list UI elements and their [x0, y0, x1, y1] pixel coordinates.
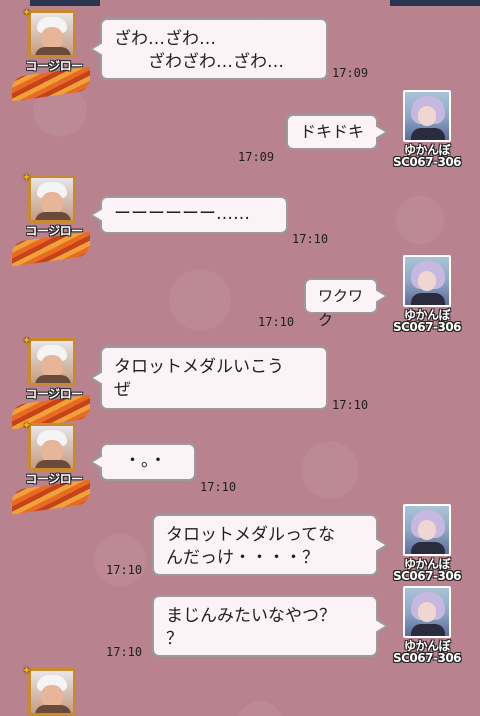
rank-icon: ✦ — [22, 334, 32, 347]
avatar-image — [403, 586, 451, 638]
timestamp: 17:10 — [292, 232, 329, 246]
sender-id: SC067-306 — [392, 651, 462, 665]
timestamp: 17:10 — [332, 398, 369, 412]
sender-id: SC067-306 — [392, 569, 462, 583]
message-bubble: まじんみたいなやつ？ ？ — [152, 595, 388, 657]
timestamp: 17:10 — [258, 315, 295, 329]
sender-id: SC067-306 — [392, 320, 462, 334]
message-bubble: ざわ…ざわ… ざわざわ…ざわ… — [90, 18, 328, 80]
sender-name: コージロー — [25, 387, 83, 401]
sender-name: コージロー — [25, 59, 83, 73]
avatar-image — [403, 255, 451, 307]
message-bubble: ・。・ — [90, 443, 196, 481]
timestamp: 17:09 — [238, 150, 275, 164]
sender-id: SC067-306 — [392, 155, 462, 169]
message-bubble: ドキドキ — [286, 114, 388, 150]
timestamp: 17:10 — [200, 480, 237, 494]
sender-name: コージロー — [25, 472, 83, 486]
message-bubble: タロットメダルってな んだっけ・・・・？ — [152, 514, 388, 576]
sender-name: コージロー — [25, 224, 83, 238]
timestamp: 17:09 — [332, 66, 369, 80]
message-bubble: ワクワク — [304, 278, 388, 329]
message-bubble: ーーーーーー…… — [90, 196, 288, 234]
rank-icon: ✦ — [22, 171, 32, 184]
rank-icon: ✦ — [22, 6, 32, 19]
timestamp: 17:10 — [106, 563, 143, 577]
top-edge-bar — [390, 0, 480, 6]
timestamp: 17:10 — [106, 645, 143, 659]
top-edge-bar — [30, 0, 100, 6]
message-bubble: タロットメダルいこう ぜ — [90, 346, 328, 410]
avatar-image — [403, 504, 451, 556]
rank-icon: ✦ — [22, 419, 32, 432]
avatar-image — [403, 90, 451, 142]
rank-icon: ✦ — [22, 664, 32, 677]
